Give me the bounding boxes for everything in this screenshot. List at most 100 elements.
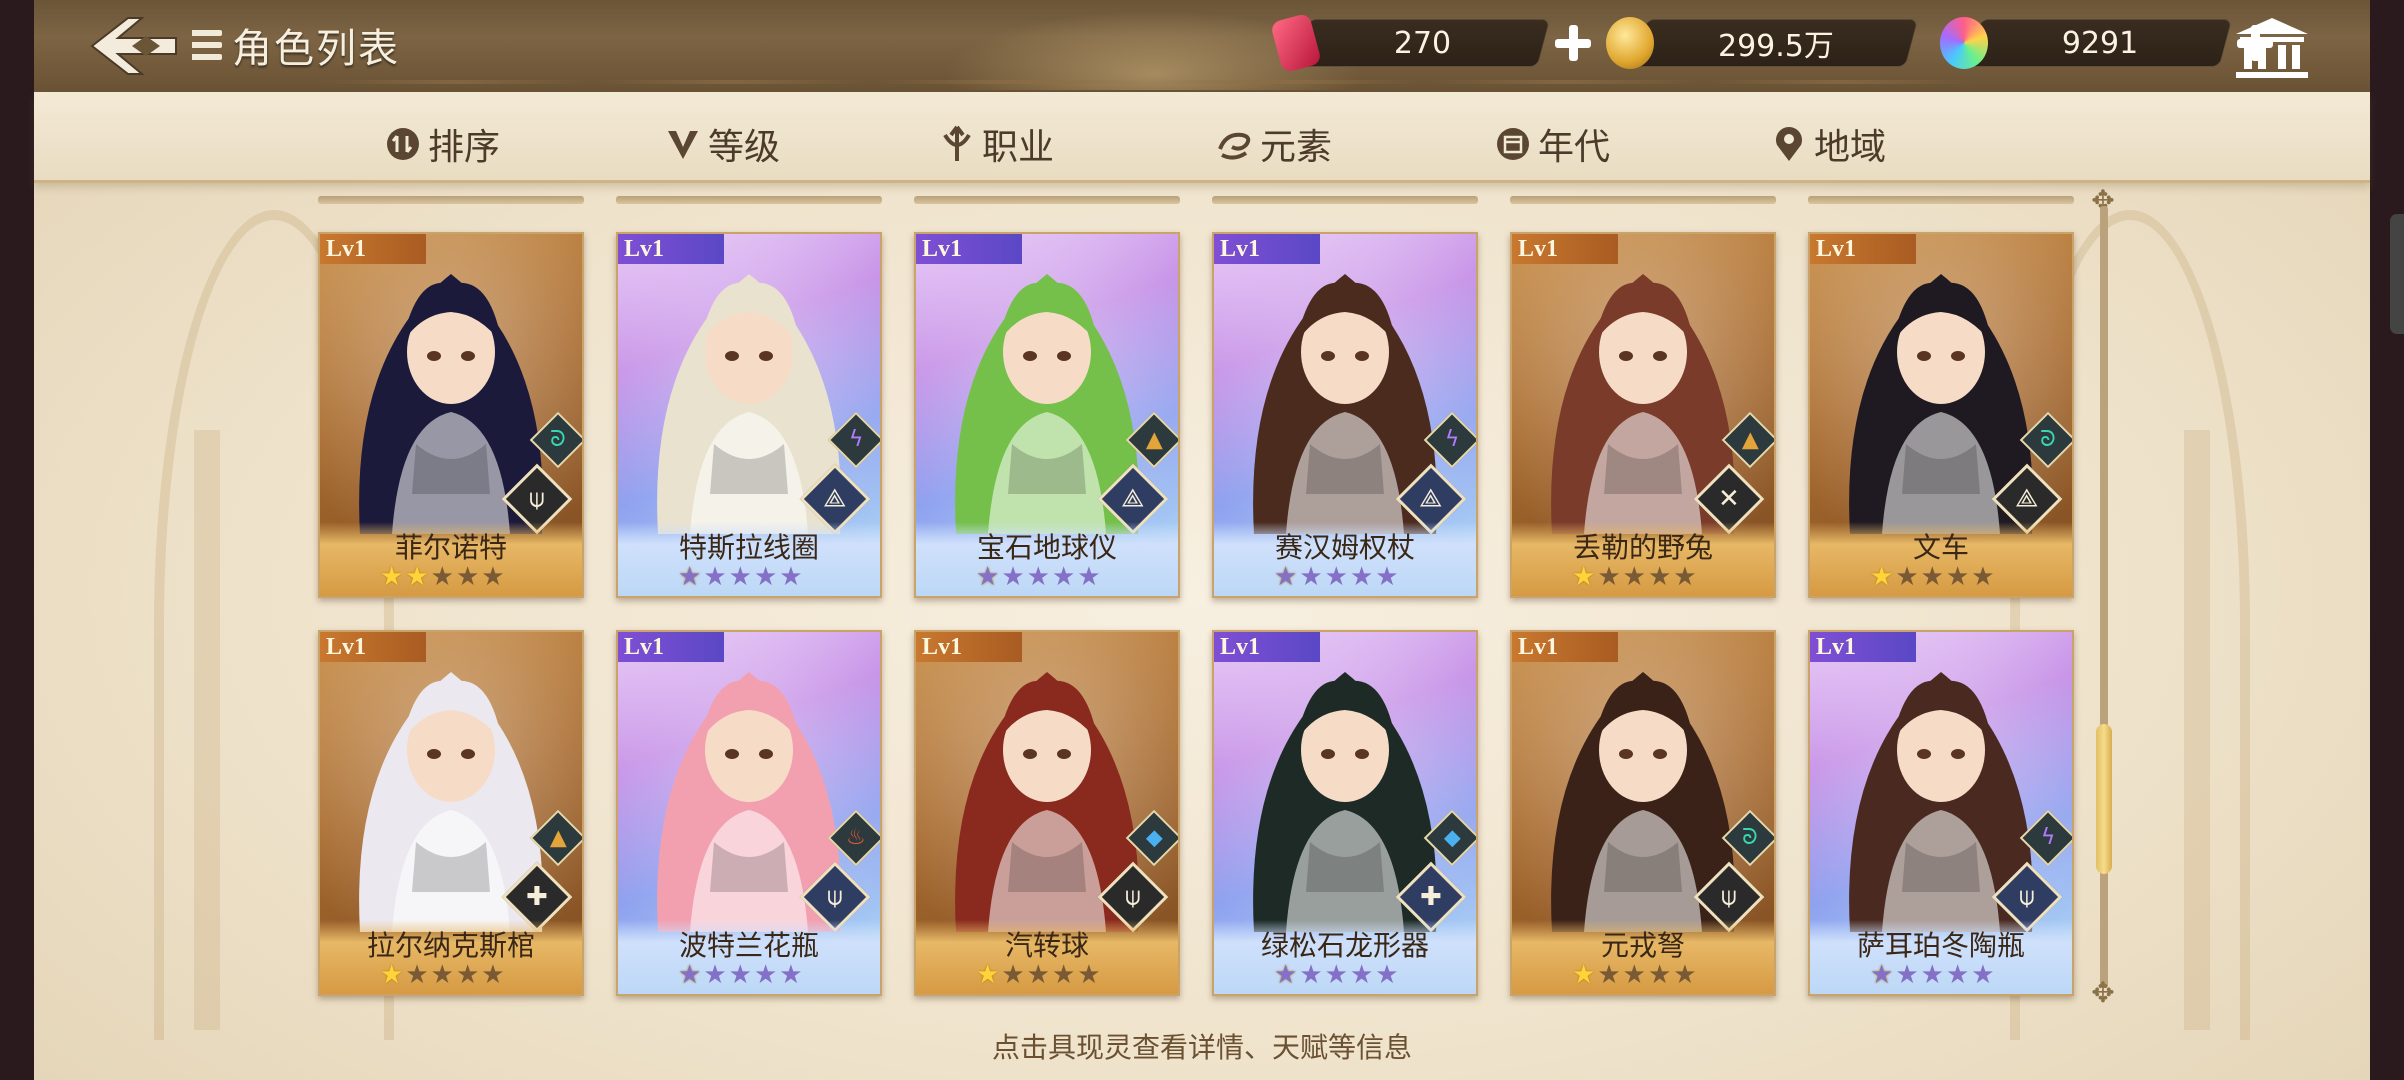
character-card[interactable]: Lv1 ᘐ ⟁ 文车 ★ ★ ★ ★ ★ <box>1808 232 2074 598</box>
tab-class[interactable]: 职业 <box>938 118 1054 170</box>
museum-icon <box>2236 18 2308 78</box>
star-filled-icon: ★ <box>380 960 404 990</box>
level-tag: Lv1 <box>1810 632 1916 662</box>
shelf-divider <box>616 196 882 204</box>
character-card[interactable]: Lv1 ▲ ✚ 拉尔纳克斯棺 ★ ★ ★ ★ ★ <box>318 630 584 996</box>
star-empty-icon: ★ <box>1324 562 1348 592</box>
star-rating: ★ ★ ★ ★ ★ <box>1274 564 1399 590</box>
star-empty-icon: ★ <box>779 960 803 990</box>
star-empty-icon: ★ <box>1622 960 1646 990</box>
level-tag: Lv1 <box>916 234 1022 264</box>
tab-region[interactable]: 地域 <box>1770 118 1886 170</box>
shelf-divider <box>1212 196 1478 204</box>
character-name: 萨耳珀冬陶瓶 <box>1856 929 2025 962</box>
star-empty-icon: ★ <box>1597 562 1621 592</box>
class-icon <box>938 125 976 163</box>
level-tag: Lv1 <box>916 632 1022 662</box>
star-filled-icon: ★ <box>678 562 702 592</box>
energy-value: 270 <box>1394 25 1452 61</box>
star-empty-icon: ★ <box>481 562 505 592</box>
character-name: 波特兰花瓶 <box>678 929 819 962</box>
character-name: 赛汉姆权杖 <box>1274 531 1415 564</box>
shelf-divider <box>1510 196 1776 204</box>
tab-divider <box>1706 80 1976 84</box>
character-card[interactable]: Lv1 ϟ ⍦ 萨耳珀冬陶瓶 ★ ★ ★ ★ ★ <box>1808 630 2074 996</box>
star-filled-icon: ★ <box>1572 562 1596 592</box>
star-empty-icon: ★ <box>1673 960 1697 990</box>
star-rating: ★ ★ ★ ★ ★ <box>976 962 1101 988</box>
character-card[interactable]: Lv1 ◆ ✚ 绿松石龙形器 ★ ★ ★ ★ ★ <box>1212 630 1478 996</box>
tab-sort[interactable]: 排序 <box>384 118 500 170</box>
star-filled-icon: ★ <box>1870 562 1894 592</box>
tab-era[interactable]: 年代 <box>1494 118 1610 170</box>
star-empty-icon: ★ <box>728 960 752 990</box>
character-card[interactable]: Lv1 ϟ ⟁ 赛汉姆权杖 ★ ★ ★ ★ ★ <box>1212 232 1478 598</box>
add-energy-button[interactable] <box>1550 20 1596 66</box>
character-name: 菲尔诺特 <box>394 531 507 564</box>
back-arrow-icon <box>90 17 177 75</box>
star-empty-icon: ★ <box>1895 562 1919 592</box>
character-card[interactable]: Lv1 ᘐ ⍦ 菲尔诺特 ★ ★ ★ ★ ★ <box>318 232 584 598</box>
character-card[interactable]: Lv1 ▲ ⟁ 宝石地球仪 ★ ★ ★ ★ ★ <box>914 232 1180 598</box>
character-name: 特斯拉线圈 <box>678 531 819 564</box>
museum-button[interactable] <box>2232 14 2312 82</box>
shelf-divider <box>1808 196 2074 204</box>
star-empty-icon: ★ <box>1051 960 1076 990</box>
star-empty-icon: ★ <box>1299 960 1323 990</box>
character-name: 宝石地球仪 <box>976 531 1117 564</box>
star-empty-icon: ★ <box>1051 562 1076 592</box>
tab-divider <box>874 80 1144 84</box>
star-empty-icon: ★ <box>1077 562 1101 592</box>
star-empty-icon: ★ <box>1971 562 1995 592</box>
star-empty-icon: ★ <box>1026 960 1050 990</box>
star-filled-icon: ★ <box>1572 960 1596 990</box>
element-swirl-icon <box>1216 125 1254 163</box>
star-empty-icon: ★ <box>455 562 480 592</box>
character-card[interactable]: Lv1 ◆ ⍦ 汽转球 ★ ★ ★ ★ ★ <box>914 630 1180 996</box>
character-name: 文车 <box>1912 531 1969 564</box>
character-card[interactable]: Lv1 ♨ ⍦ 波特兰花瓶 ★ ★ ★ ★ ★ <box>616 630 882 996</box>
character-name: 元戎弩 <box>1600 929 1685 962</box>
star-rating: ★ ★ ★ ★ ★ <box>1870 962 1995 988</box>
page-title: 角色列表 <box>232 26 400 72</box>
gem-value: 9291 <box>2061 25 2139 61</box>
decor-pillar-right <box>2184 430 2210 1030</box>
shelf-divider <box>318 196 584 204</box>
star-empty-icon: ★ <box>1375 960 1399 990</box>
tab-element[interactable]: 元素 <box>1216 118 1332 170</box>
level-tag: Lv1 <box>1214 632 1320 662</box>
star-filled-icon: ★ <box>380 562 404 592</box>
scrollbar-thumb[interactable] <box>2096 724 2112 875</box>
level-v-icon <box>664 125 702 163</box>
star-filled-icon: ★ <box>976 960 1000 990</box>
character-card[interactable]: Lv1 ᘐ ⍦ 元戎弩 ★ ★ ★ ★ ★ <box>1510 630 1776 996</box>
character-card[interactable]: Lv1 ▲ ✕ 丢勒的野兔 ★ ★ ★ ★ ★ <box>1510 232 1776 598</box>
hint-text: 点击具现灵查看详情、天赋等信息 <box>991 1031 1412 1064</box>
level-tag: Lv1 <box>618 234 724 264</box>
system-edge-handle[interactable] <box>2390 214 2404 334</box>
character-card[interactable]: Lv1 ϟ ⟁ 特斯拉线圈 ★ ★ ★ ★ ★ <box>616 232 882 598</box>
star-empty-icon: ★ <box>1647 960 1672 990</box>
tab-divider <box>320 80 590 84</box>
star-empty-icon: ★ <box>1324 960 1348 990</box>
level-tag: Lv1 <box>320 632 426 662</box>
star-empty-icon: ★ <box>1077 960 1101 990</box>
tab-level[interactable]: 等级 <box>664 118 780 170</box>
star-empty-icon: ★ <box>703 562 727 592</box>
star-filled-icon: ★ <box>405 562 429 592</box>
tab-divider <box>596 80 866 84</box>
calendar-icon <box>1494 125 1532 163</box>
currency-energy: 270 <box>1269 12 1596 74</box>
star-filled-icon: ★ <box>1870 960 1894 990</box>
character-name: 汽转球 <box>1004 929 1089 962</box>
back-button[interactable] <box>88 14 180 78</box>
star-filled-icon: ★ <box>678 960 702 990</box>
level-tag: Lv1 <box>618 632 724 662</box>
level-tag: Lv1 <box>1810 234 1916 264</box>
star-empty-icon: ★ <box>405 960 429 990</box>
star-empty-icon: ★ <box>1945 960 1970 990</box>
star-filled-icon: ★ <box>976 562 1000 592</box>
star-rating: ★ ★ ★ ★ ★ <box>678 564 803 590</box>
shelf-divider <box>914 196 1180 204</box>
level-tag: Lv1 <box>1512 632 1618 662</box>
